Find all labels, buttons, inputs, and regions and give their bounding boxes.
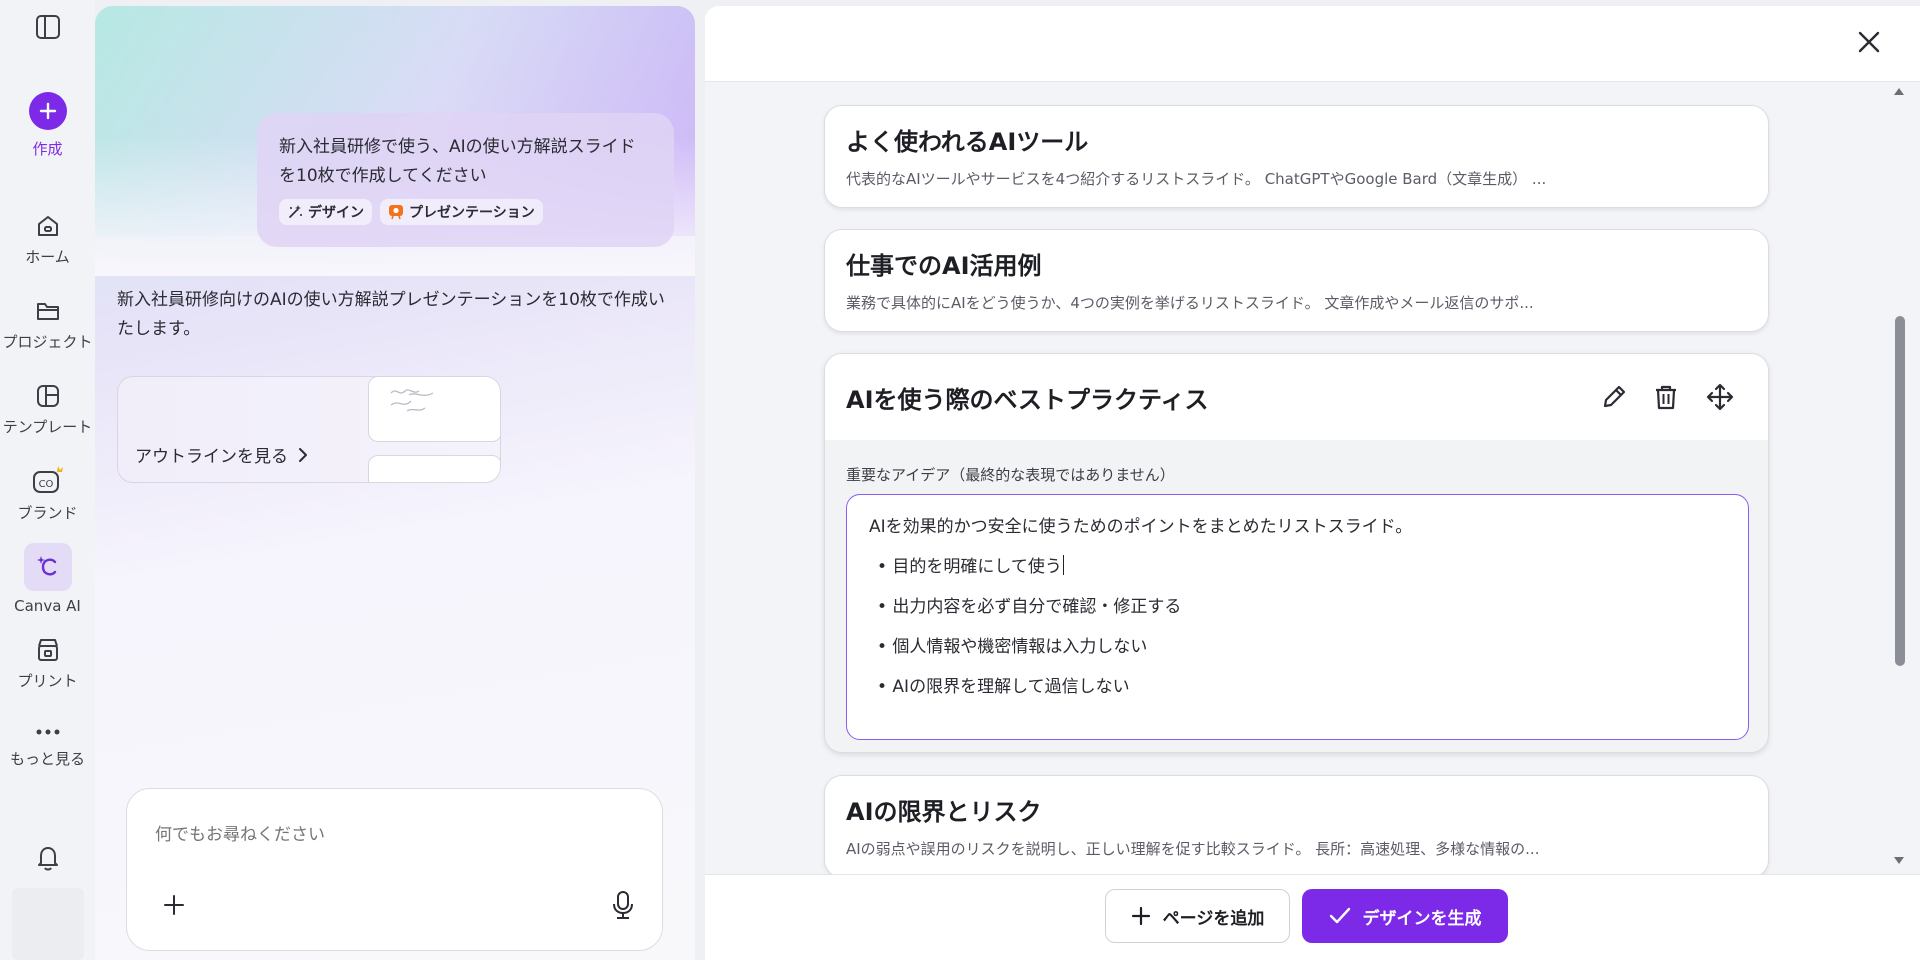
editor-footer: ページを追加 デザインを生成 xyxy=(705,874,1920,960)
scroll-down-arrow-icon[interactable] xyxy=(1893,856,1905,866)
slide-title: 仕事でのAI活用例 xyxy=(846,252,1042,280)
sidebar-item-projects[interactable]: プロジェクト xyxy=(0,297,95,352)
close-icon[interactable] xyxy=(1855,28,1883,56)
add-page-button[interactable]: ページを追加 xyxy=(1105,889,1290,943)
bell-icon xyxy=(37,847,58,871)
canva-ai-icon xyxy=(23,543,72,591)
sidebar-item-label: Canva AI xyxy=(14,597,81,615)
slide-card-header: AIを使う際のベストプラクティス xyxy=(825,354,1768,440)
chevron-right-icon xyxy=(299,447,307,462)
sidebar-item-brand[interactable]: CO ブランド xyxy=(0,462,95,523)
slide-outline-list[interactable]: よく使われるAIツール 代表的なAIツールやサービスを4つ紹介するリストスライド… xyxy=(705,82,1892,878)
brand-icon: CO xyxy=(32,466,63,493)
plus-icon xyxy=(28,92,67,130)
bullet-text: • 目的を明確にして使う xyxy=(877,557,1062,577)
key-ideas-bullet: • 個人情報や機密情報は入力しない xyxy=(877,637,1148,657)
sidebar-toggle-icon xyxy=(35,15,60,39)
outline-thumbnail xyxy=(368,455,500,482)
slide-card[interactable]: よく使われるAIツール 代表的なAIツールやサービスを4つ紹介するリストスライド… xyxy=(824,105,1769,208)
sidebar-item-templates[interactable]: テンプレート xyxy=(0,382,95,437)
tag-label: プレゼンテーション xyxy=(409,205,535,221)
generate-design-button[interactable]: デザインを生成 xyxy=(1302,889,1508,943)
user-message-bubble: 新入社員研修で使う、AIの使い方解説スライドを10枚で作成してください デザイン… xyxy=(257,113,674,247)
tag-label: デザイン xyxy=(308,205,364,221)
svg-text:CO: CO xyxy=(38,479,53,490)
sidebar-item-print[interactable]: プリント xyxy=(0,636,95,691)
sidebar-toggle-button[interactable] xyxy=(0,14,95,46)
sidebar-item-label: もっと見る xyxy=(9,750,85,768)
key-ideas-textarea[interactable]: AIを効果的かつ安全に使うためのポイントをまとめたリストスライド。 • 目的を明… xyxy=(846,494,1749,740)
sidebar-item-label: ホーム xyxy=(25,248,70,266)
sidebar-item-label: プロジェクト xyxy=(2,333,93,351)
key-ideas-bullet: • 出力内容を必ず自分で確認・修正する xyxy=(877,597,1182,617)
user-message-text: 新入社員研修で使う、AIの使い方解説スライドを10枚で作成してください xyxy=(279,137,636,186)
chat-panel: 新入社員研修で使う、AIの使い方解説スライドを10枚で作成してください デザイン… xyxy=(95,6,695,960)
slide-title: よく使われるAIツール xyxy=(846,128,1089,156)
tag-design[interactable]: デザイン xyxy=(279,199,372,225)
sidebar-item-home[interactable]: ホーム xyxy=(0,212,95,267)
chat-input[interactable] xyxy=(155,825,595,845)
sidebar-item-more[interactable]: もっと見る xyxy=(0,722,95,769)
sidebar-item-canva-ai[interactable]: Canva AI xyxy=(0,543,95,615)
add-attachment-icon[interactable] xyxy=(163,894,185,916)
slide-card[interactable]: AIの限界とリスク AIの弱点や誤用のリスクを説明し、正しい理解を促す比較スライ… xyxy=(824,775,1769,878)
slide-card[interactable]: 仕事でのAI活用例 業務で具体的にAIをどう使うか、4つの実例を挙げるリストスラ… xyxy=(824,229,1769,332)
account-avatar[interactable] xyxy=(12,888,84,960)
ai-reply-text: 新入社員研修向けのAIの使い方解説プレゼンテーションを10枚で作成いたします。 xyxy=(117,290,665,339)
chat-input-box xyxy=(126,788,663,951)
generate-design-label: デザインを生成 xyxy=(1362,908,1482,929)
key-ideas-label: 重要なアイデア（最終的な表現ではありません） xyxy=(846,466,1175,484)
check-icon xyxy=(1329,907,1350,924)
outline-thumbnail xyxy=(368,377,500,442)
key-ideas-intro: AIを効果的かつ安全に使うためのポイントをまとめたリストスライド。 xyxy=(869,517,1413,537)
tag-presentation[interactable]: プレゼンテーション xyxy=(380,199,543,225)
notifications-button[interactable] xyxy=(0,843,95,879)
edit-pencil-icon[interactable] xyxy=(1599,382,1629,412)
template-icon xyxy=(36,385,59,407)
folder-icon xyxy=(36,303,59,320)
outline-editor-panel: よく使われるAIツール 代表的なAIツールやサービスを4つ紹介するリストスライド… xyxy=(705,6,1920,960)
more-icon xyxy=(36,729,59,735)
trash-icon[interactable] xyxy=(1651,382,1681,412)
sidebar-item-label: ブランド xyxy=(17,504,78,522)
add-page-label: ページを追加 xyxy=(1162,908,1265,929)
presentation-icon xyxy=(389,205,403,220)
slide-card-expanded[interactable]: AIを使う際のベストプラクティス 重要なアイデア（最終的な表現ではありません） xyxy=(824,353,1769,753)
text-caret xyxy=(1062,555,1065,575)
editor-header xyxy=(705,6,1920,82)
slide-description: 業務で具体的にAIをどう使うか、4つの実例を挙げるリストスライド。 文章作成やメ… xyxy=(846,294,1534,312)
slide-description: 代表的なAIツールやサービスを4つ紹介するリストスライド。 ChatGPTやGo… xyxy=(846,170,1547,188)
home-icon xyxy=(37,216,58,236)
slide-title[interactable]: AIを使う際のベストプラクティス xyxy=(846,380,1209,415)
view-outline-link[interactable]: アウトラインを見る xyxy=(135,442,308,467)
sidebar-item-label: 作成 xyxy=(32,140,63,158)
message-tags: デザイン プレゼンテーション xyxy=(279,199,652,225)
key-ideas-bullet: • AIの限界を理解して過信しない xyxy=(877,677,1130,697)
move-icon[interactable] xyxy=(1705,382,1735,412)
print-icon xyxy=(37,639,58,661)
scrollbar-thumb[interactable] xyxy=(1895,316,1905,666)
sidebar-item-label: テンプレート xyxy=(2,418,93,436)
sidebar-item-label: プリント xyxy=(17,672,78,690)
view-outline-card[interactable]: アウトラインを見る xyxy=(117,376,501,483)
view-outline-label: アウトラインを見る xyxy=(135,447,288,467)
sparkle-icon xyxy=(289,205,302,218)
plus-icon xyxy=(1131,906,1150,926)
slide-title: AIの限界とリスク xyxy=(846,798,1042,826)
slide-description: AIの弱点や誤用のリスクを説明し、正しい理解を促す比較スライド。 長所：高速処理… xyxy=(846,840,1540,858)
scroll-up-arrow-icon[interactable] xyxy=(1893,86,1905,96)
microphone-icon[interactable] xyxy=(612,890,634,920)
sidebar-item-create[interactable]: 作成 xyxy=(0,92,95,159)
left-rail: 作成 ホーム プロジェクト テンプレート CO ブランド Canva AI プリ… xyxy=(0,0,95,960)
key-ideas-bullet: • 目的を明確にして使う xyxy=(869,555,1726,595)
